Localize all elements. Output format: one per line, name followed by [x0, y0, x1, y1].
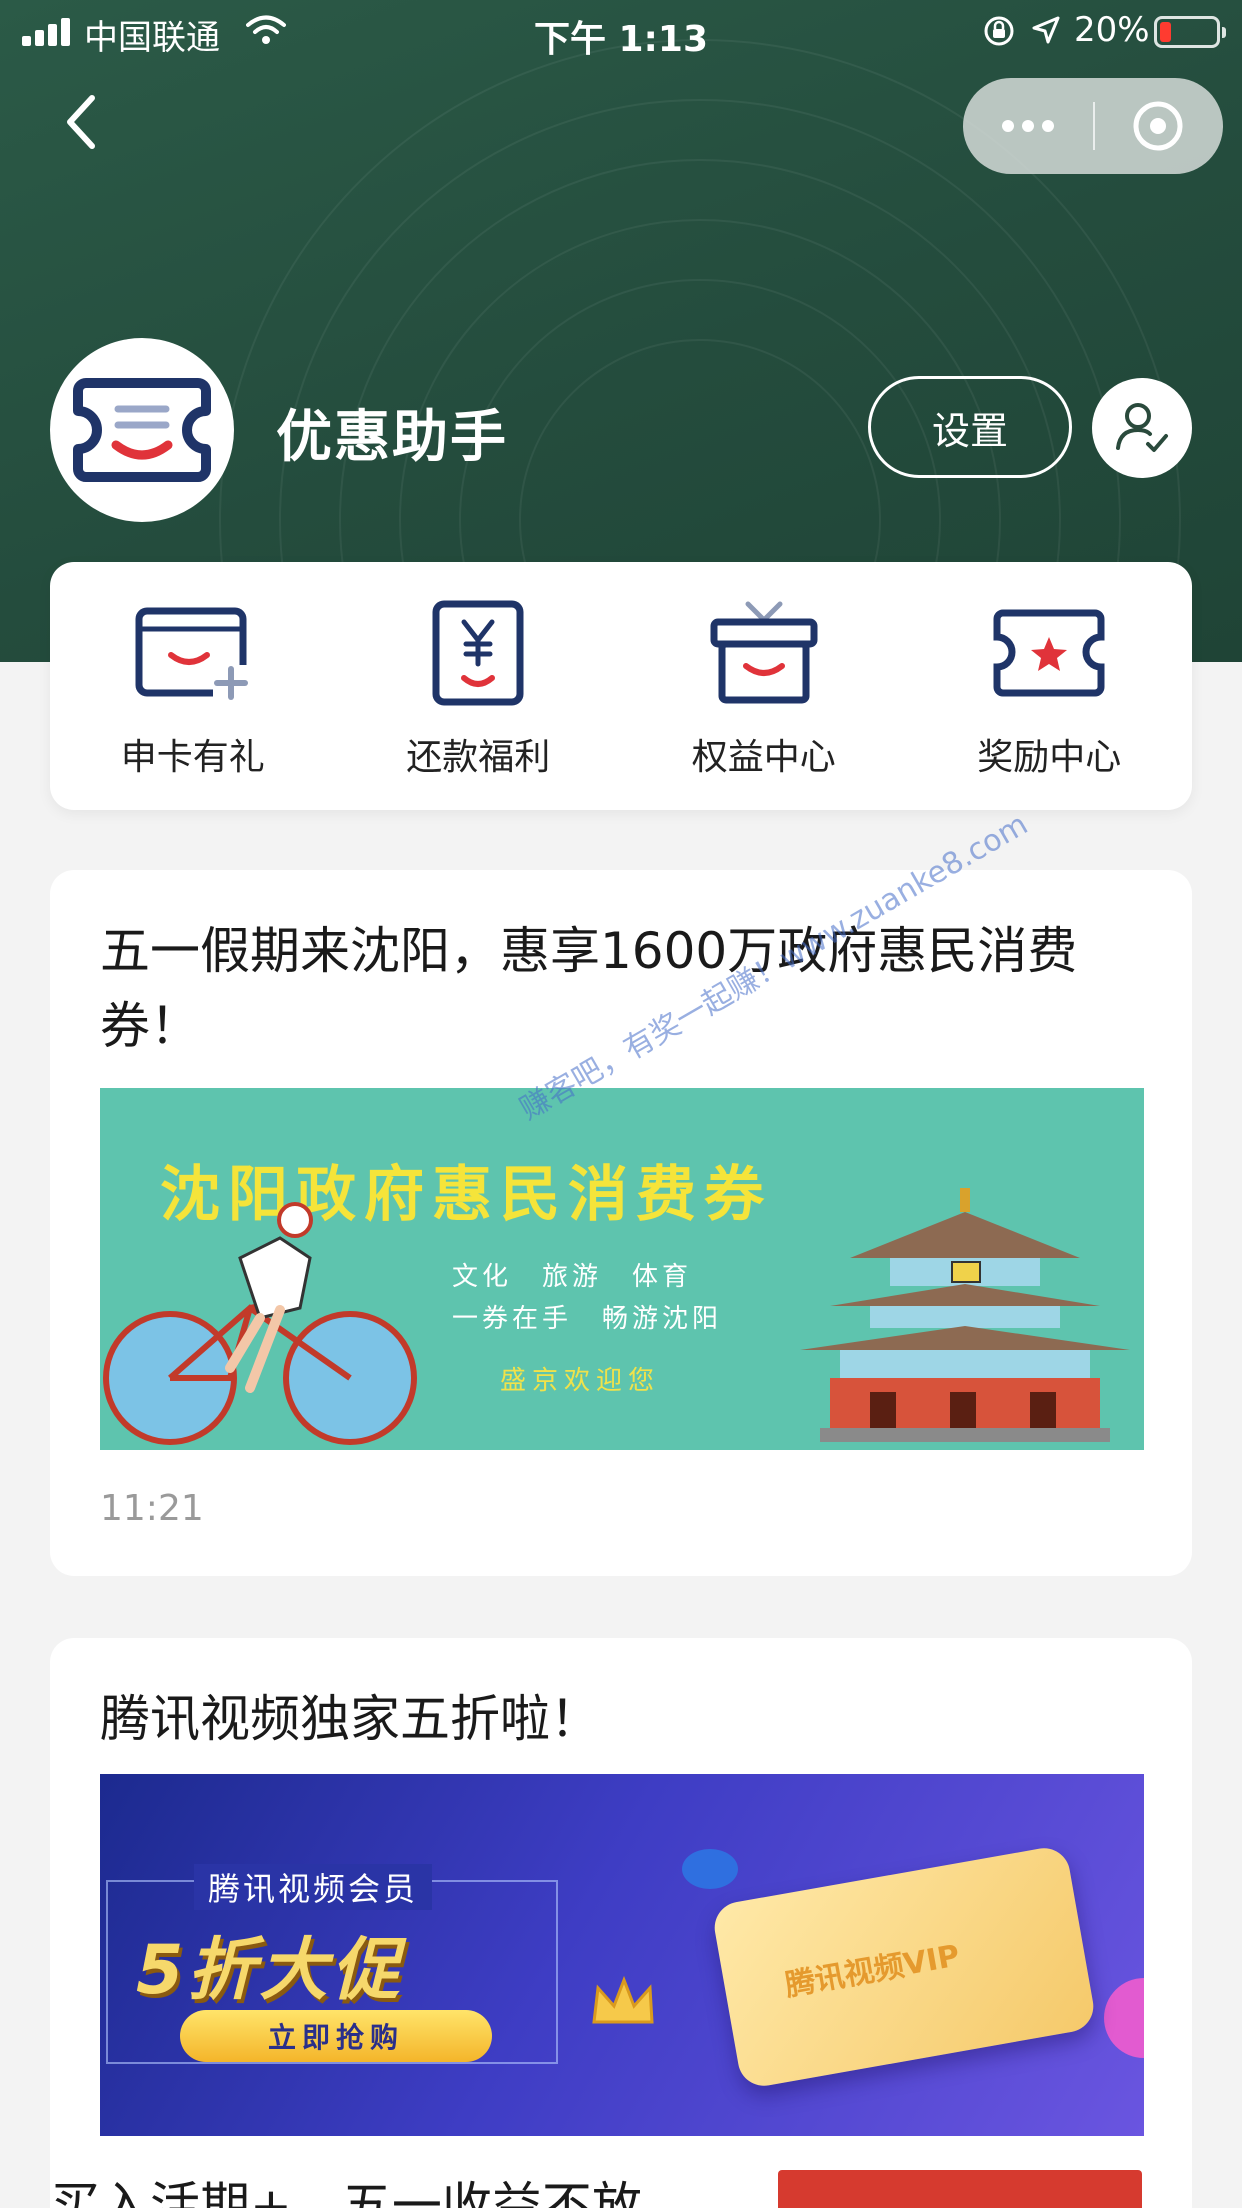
gift-box-icon: [710, 601, 818, 704]
feed-title-partial[interactable]: 买入活期+，五一收益不放: [50, 2166, 642, 2208]
quick-item-rewards[interactable]: 奖励中心: [907, 562, 1193, 810]
feed-time: 11:21: [100, 1488, 204, 1529]
vip-card-image: 腾讯视频VIP: [710, 1844, 1098, 2090]
miniprogram-capsule: [963, 78, 1223, 174]
card-add-icon: [135, 607, 249, 701]
more-button[interactable]: [963, 78, 1093, 174]
promo-subtitle: 腾讯视频会员: [194, 1864, 433, 1910]
battery-icon: [1154, 16, 1226, 48]
banner-line-1: 文化 旅游 体育: [452, 1262, 693, 1292]
location-icon: [1032, 16, 1060, 44]
pink-ball-icon: [1104, 1978, 1144, 2058]
feed-card-tencent-video[interactable]: 腾讯视频独家五折啦！ 腾讯视频会员 5折大促 立即抢购 腾讯视频VIP: [50, 1638, 1192, 2208]
quick-label: 权益中心: [691, 737, 836, 778]
back-button[interactable]: [60, 92, 120, 162]
cyclist-illustration: [103, 1202, 417, 1445]
blue-ball-icon: [682, 1849, 738, 1889]
buy-now-button: 立即抢购: [180, 2010, 492, 2062]
banner-image: 沈阳政府惠民消费券 文化 旅游 体育 一券在手 畅游沈阳 盛京欢迎您: [100, 1088, 1144, 1450]
status-bar: 中国联通 下午 1:13 20%: [0, 0, 1242, 64]
quick-label: 申卡有礼: [120, 737, 265, 778]
quick-item-repay[interactable]: 还款福利: [336, 562, 622, 810]
user-check-icon: [1116, 403, 1168, 452]
banner-welcome: 盛京欢迎您: [500, 1366, 661, 1396]
quick-item-rights[interactable]: 权益中心: [621, 562, 907, 810]
vip-card-label: 腾讯视频VIP: [782, 1938, 963, 2004]
crown-icon: [592, 1975, 654, 2024]
coupon-logo-icon: [73, 378, 211, 482]
quick-label: 奖励中心: [977, 737, 1122, 778]
quick-label: 还款福利: [406, 737, 551, 778]
temple-illustration: [800, 1188, 1130, 1442]
settings-button[interactable]: 设置: [868, 376, 1072, 478]
feed-card-shenyang[interactable]: 五一假期来沈阳，惠享1600万政府惠民消费券！ 沈阳政府惠民消费券 文化 旅游 …: [50, 870, 1192, 1576]
yen-repay-icon: [432, 600, 524, 706]
profile-button[interactable]: [1092, 378, 1192, 478]
star-ticket-icon: [993, 609, 1105, 697]
battery-level: [1160, 22, 1171, 42]
battery-percent: 20%: [1074, 10, 1150, 50]
chevron-left-icon: [67, 95, 95, 149]
feed-title: 腾讯视频独家五折啦！: [100, 1690, 600, 1748]
banner-line-2: 一券在手 畅游沈阳: [452, 1304, 723, 1334]
close-button[interactable]: [1093, 78, 1223, 174]
banner-image: 腾讯视频会员 5折大促 立即抢购 腾讯视频VIP: [100, 1774, 1144, 2136]
rotation-lock-icon: [984, 16, 1014, 46]
feed-thumbnail-partial[interactable]: [778, 2170, 1142, 2208]
promo-headline: 5折大促: [136, 1931, 404, 2010]
quick-menu: 申卡有礼 还款福利 权益中心 奖励中心: [50, 562, 1192, 810]
quick-item-apply-card[interactable]: 申卡有礼: [50, 562, 336, 810]
more-dots-icon: [1002, 120, 1014, 132]
account-name: 优惠助手: [276, 405, 508, 470]
avatar: [50, 338, 234, 522]
close-circle-icon: [1133, 101, 1183, 151]
